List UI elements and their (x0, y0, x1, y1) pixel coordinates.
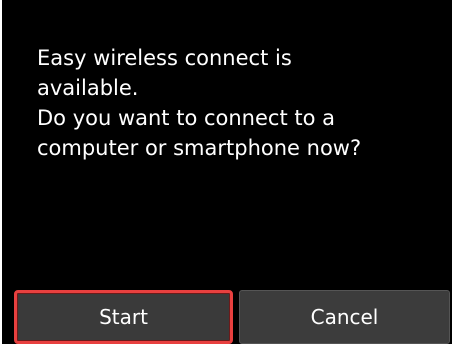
printer-lcd-screen: Easy wireless connect is available. Do y… (2, 0, 452, 344)
start-button[interactable]: Start (14, 290, 233, 344)
message-line-1: Easy wireless connect is (37, 46, 292, 70)
dialog-message: Easy wireless connect is available. Do y… (37, 43, 437, 163)
cancel-button[interactable]: Cancel (239, 290, 450, 344)
message-line-3: Do you want to connect to a (37, 106, 335, 130)
dialog-button-bar: Start Cancel (2, 290, 452, 344)
message-line-2: available. (37, 76, 139, 100)
message-line-4: computer or smartphone now? (37, 136, 362, 160)
